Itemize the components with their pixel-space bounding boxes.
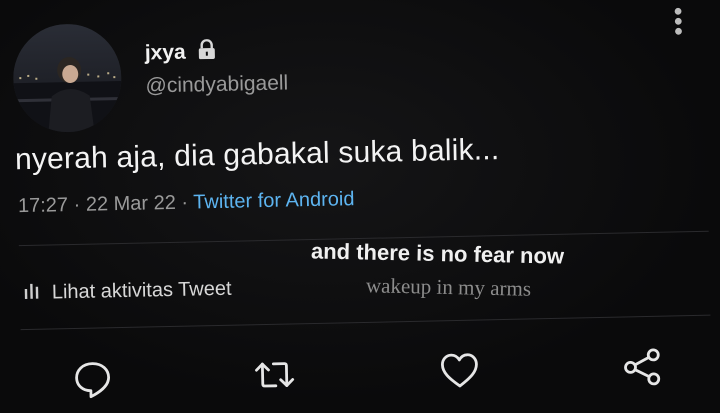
tweet-action-bar <box>3 336 720 411</box>
divider <box>20 314 711 331</box>
reply-icon[interactable] <box>71 357 114 400</box>
tweet-card: jxya @cindyabigaell nyerah aja, dia gaba… <box>0 0 720 412</box>
avatar-image <box>12 22 123 134</box>
share-icon[interactable] <box>621 346 664 389</box>
tweet-meta: 17:27 · 22 Mar 22 · Twitter for Android <box>18 188 355 218</box>
tweet-text: nyerah aja, dia gabakal suka balik... <box>14 133 500 177</box>
meta-separator: · <box>181 191 194 214</box>
more-options-icon[interactable] <box>669 6 688 40</box>
tweet-activity-link[interactable]: Lihat aktivitas Tweet <box>24 277 232 305</box>
retweet-icon[interactable] <box>253 353 296 396</box>
meta-separator: · <box>73 193 87 216</box>
avatar[interactable] <box>12 22 123 134</box>
display-name-row: jxya <box>145 39 218 67</box>
bar-chart-icon <box>24 281 40 305</box>
display-name[interactable]: jxya <box>145 41 186 66</box>
lyric-caption-line1: and there is no fear now <box>310 238 565 269</box>
tweet-source-link[interactable]: Twitter for Android <box>193 188 355 213</box>
activity-label: Lihat aktivitas Tweet <box>51 277 232 303</box>
lyric-caption-line2: wakeup in my arms <box>365 273 532 301</box>
like-icon[interactable] <box>438 350 481 393</box>
lock-icon <box>195 39 218 65</box>
user-handle[interactable]: @cindyabigaell <box>145 71 288 98</box>
tweet-time[interactable]: 17:27 <box>18 194 69 217</box>
tweet-date[interactable]: 22 Mar 22 <box>86 192 177 216</box>
